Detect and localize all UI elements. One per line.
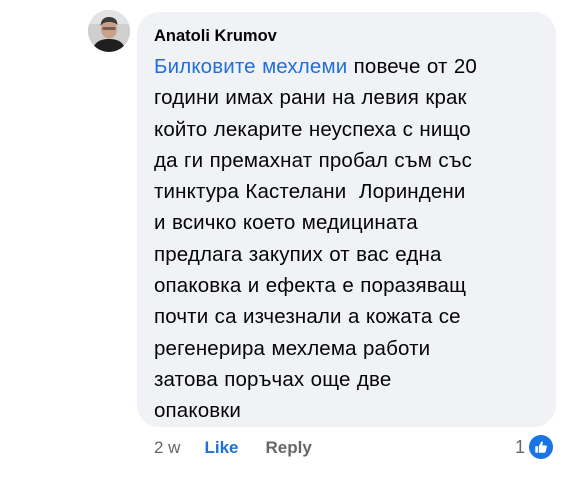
comment-line: опаковка и ефекта е поразяващ bbox=[154, 274, 467, 298]
comment-line: и всичко което медицината bbox=[154, 211, 418, 235]
avatar-photo bbox=[88, 10, 130, 52]
like-button[interactable]: Like bbox=[204, 438, 238, 458]
comment-author[interactable]: Anatoli Krumov bbox=[154, 25, 540, 47]
comment-line: опаковки bbox=[154, 399, 242, 423]
reaction-summary[interactable]: 1 bbox=[515, 432, 556, 462]
comment-thread: Anatoli Krumov Билковите мехлеми повече … bbox=[0, 0, 577, 480]
avatar[interactable] bbox=[88, 10, 130, 52]
comment-actions: 2 w Like Reply bbox=[154, 434, 312, 462]
comment-line: години имах рани на левия крак bbox=[154, 86, 467, 110]
comment-timestamp[interactable]: 2 w bbox=[154, 438, 180, 458]
comment-line-1-text: повече от 20 bbox=[347, 55, 477, 78]
thumbs-up-glyph bbox=[535, 441, 547, 453]
tagged-page-link[interactable]: Билковите мехлеми bbox=[154, 55, 347, 78]
comment-line: почти са изчезнали а кожата се bbox=[154, 305, 461, 329]
thumbs-up-icon bbox=[527, 433, 556, 461]
comment-bubble: Anatoli Krumov Билковите мехлеми повече … bbox=[137, 12, 556, 427]
comment-line-1: Билковите мехлеми повече от 20 bbox=[154, 51, 540, 82]
comment-text: Билковите мехлеми повече от 20 години им… bbox=[154, 51, 540, 427]
reaction-count: 1 bbox=[515, 436, 526, 457]
comment-line: регенерира мехлема работи bbox=[154, 336, 431, 360]
comment-line: тинктура Кастелани Лориндени bbox=[154, 180, 466, 204]
comment-line: да ги премахнат пробал съм със bbox=[154, 148, 473, 172]
comment-line: предлага закупих от вас една bbox=[154, 242, 442, 266]
comment-line: затова поръчах още две bbox=[154, 367, 392, 391]
reply-button[interactable]: Reply bbox=[266, 438, 312, 458]
comment-line: който лекарите неуспеха с нищо bbox=[154, 117, 471, 141]
